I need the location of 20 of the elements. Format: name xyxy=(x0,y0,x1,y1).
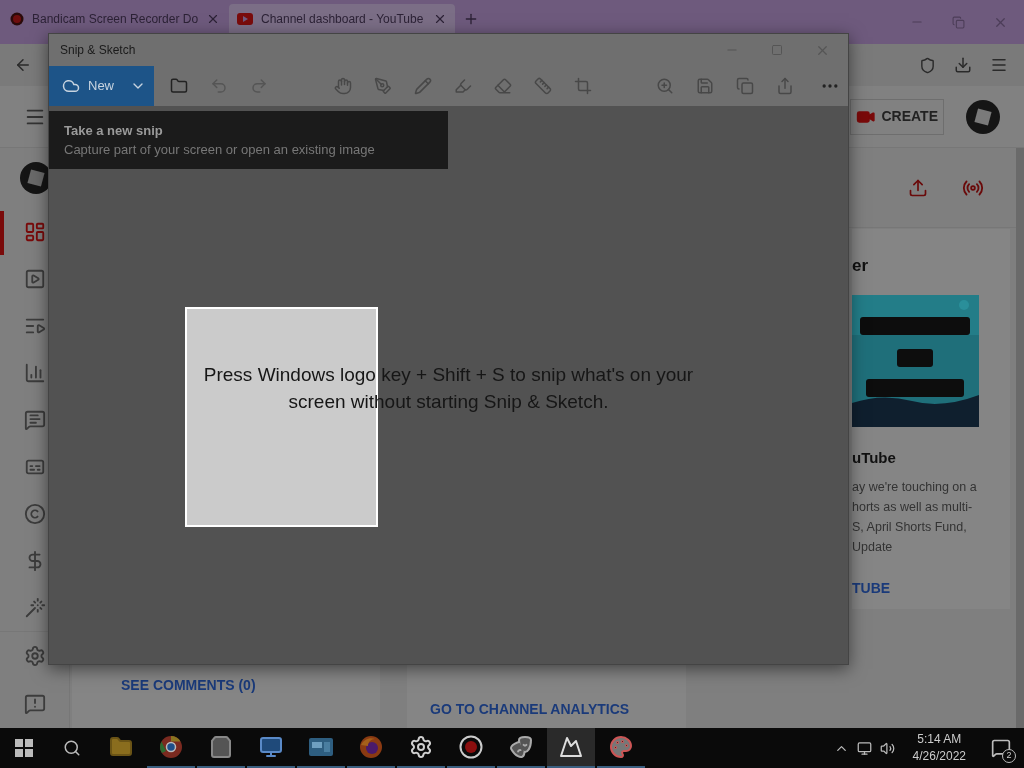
description-line: S, April Shorts Fund, xyxy=(852,519,968,536)
notification-count: 2 xyxy=(1002,749,1016,763)
description-line: Update xyxy=(852,539,894,556)
see-comments-link[interactable]: SEE COMMENTS (0) xyxy=(121,675,380,696)
new-snip-button[interactable]: New xyxy=(49,66,154,106)
tooltip-title: Take a new snip xyxy=(64,121,164,140)
channel-analytics-link[interactable]: GO TO CHANNEL ANALYTICS xyxy=(430,699,686,720)
tab-title: Channel dashboard - YouTube xyxy=(261,10,425,28)
tab-title: Bandicam Screen Recorder Do xyxy=(32,10,198,28)
news-link[interactable]: TUBE xyxy=(852,578,891,599)
browser-tab[interactable]: Bandicam Screen Recorder Do xyxy=(2,4,228,33)
tooltip-description: Capture part of your screen or open an existing image xyxy=(64,141,376,159)
window-title: Snip & Sketch xyxy=(60,42,136,59)
browser-tab[interactable]: Channel dashboard - YouTube xyxy=(229,4,455,33)
description-line: horts as well as multi- xyxy=(852,499,974,516)
clock[interactable]: 5:14 AM 4/26/2022 xyxy=(902,731,976,765)
video-title: uTube xyxy=(852,447,896,468)
description-line: ay we're touching on a xyxy=(852,479,977,496)
create-button[interactable]: CREATE xyxy=(850,98,944,135)
card-heading: er xyxy=(852,255,869,277)
